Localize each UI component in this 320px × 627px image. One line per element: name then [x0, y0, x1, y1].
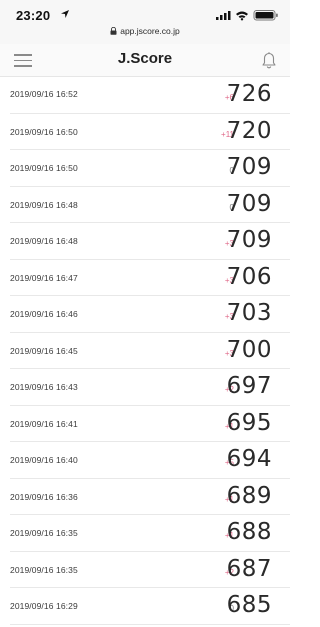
score-date: 2019/09/16 16:48: [10, 236, 78, 246]
score-value: 703: [226, 300, 272, 326]
score-list-item: 2019/09/16 16:50 +11 720: [10, 114, 290, 150]
score-list-item: 2019/09/16 16:52 +6 726: [10, 77, 290, 114]
score-value: 689: [226, 482, 272, 509]
score-history-list: 2019/09/16 16:52 +6 726 2019/09/16 16:50 +11…: [0, 77, 290, 625]
score-date: 2019/09/16 16:35: [10, 564, 78, 575]
score-date: 2019/09/16 16:29: [10, 601, 78, 611]
url-text: app.jscore.co.jp: [120, 26, 180, 36]
score-list-item: 2019/09/16 16:48 +3 709: [10, 223, 290, 260]
score-list-item: 2019/09/16 16:45 +3 700: [10, 333, 290, 369]
score-date: 2019/09/16 16:36: [10, 491, 78, 502]
score-list-item: 2019/09/16 16:35 +2 687: [10, 552, 290, 588]
status-time: 23:20: [16, 8, 51, 23]
bell-icon[interactable]: [260, 50, 278, 70]
signal-icon: [216, 11, 231, 20]
score-value: 697: [226, 373, 272, 399]
lock-icon: [110, 27, 117, 35]
score-date: 2019/09/16 16:35: [10, 528, 78, 538]
score-date: 2019/09/16 16:46: [10, 309, 78, 319]
score-list-item: 2019/09/16 16:46 +3 703: [10, 296, 290, 333]
score-value: 709: [226, 154, 272, 180]
score-value: 709: [226, 227, 272, 253]
score-list-item: 2019/09/16 16:41 +1 695: [10, 406, 290, 442]
app-header: J.Score: [0, 44, 290, 77]
score-list-item: 2019/09/16 16:50 0 709: [10, 150, 290, 187]
score-value: 695: [226, 409, 272, 436]
score-date: 2019/09/16 16:45: [10, 345, 78, 356]
score-date: 2019/09/16 16:40: [10, 455, 78, 465]
score-value: 688: [226, 519, 272, 545]
score-value: 694: [226, 446, 272, 472]
score-value: 685: [226, 592, 272, 618]
status-indicators: [216, 10, 278, 21]
score-value: 709: [226, 190, 272, 217]
score-value: 726: [226, 81, 272, 107]
score-list-item: 2019/09/16 16:40 +5 694: [10, 442, 290, 479]
score-value: 687: [226, 555, 272, 582]
score-list-item: 2019/09/16 16:43 +2 697: [10, 369, 290, 406]
score-date: 2019/09/16 16:43: [10, 382, 78, 392]
score-date: 2019/09/16 16:47: [10, 272, 78, 283]
score-list-item: 2019/09/16 16:35 +1 688: [10, 515, 290, 552]
score-value: 700: [226, 336, 272, 363]
score-date: 2019/09/16 16:48: [10, 199, 78, 210]
battery-icon: [253, 10, 278, 21]
app-title: J.Score: [117, 50, 173, 67]
score-date: 2019/09/16 16:52: [10, 89, 78, 99]
hamburger-menu-icon[interactable]: [14, 53, 32, 67]
browser-chrome: 23:20 app.jscore.co.jp: [0, 0, 290, 44]
score-list-item: 2019/09/16 16:48 0 709: [10, 187, 290, 223]
score-date: 2019/09/16 16:41: [10, 418, 78, 429]
score-value: 720: [226, 117, 272, 144]
score-list-item: 2019/09/16 16:29 0 685: [10, 588, 290, 625]
location-arrow-icon: [61, 10, 69, 18]
score-value: 706: [226, 263, 272, 290]
score-list-item: 2019/09/16 16:47 +3 706: [10, 260, 290, 296]
url-bar[interactable]: app.jscore.co.jp: [0, 26, 290, 40]
score-date: 2019/09/16 16:50: [10, 126, 78, 137]
score-list-item: 2019/09/16 16:36 +1 689: [10, 479, 290, 515]
wifi-icon: [236, 11, 248, 21]
score-date: 2019/09/16 16:50: [10, 163, 78, 173]
